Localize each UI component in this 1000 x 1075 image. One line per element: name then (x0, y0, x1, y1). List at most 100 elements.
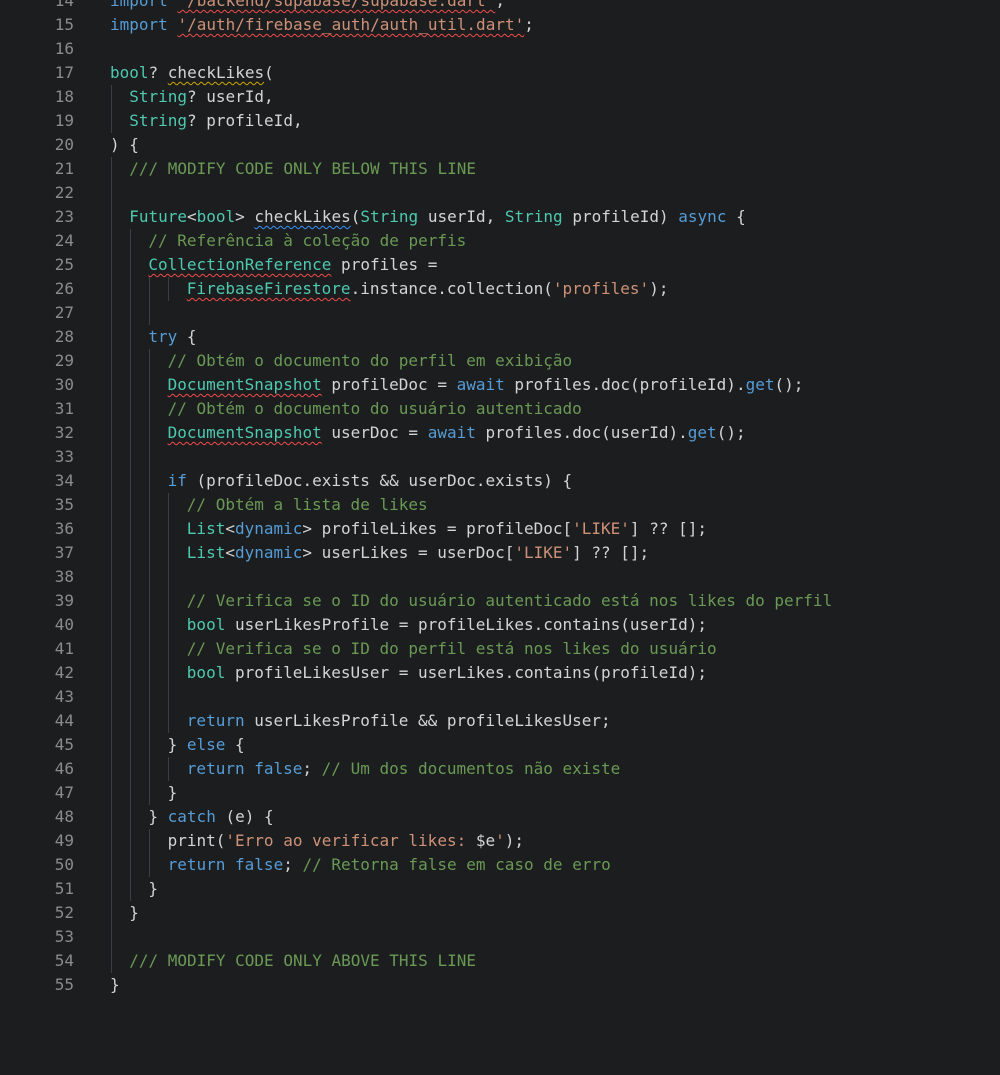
code-line[interactable]: 37 List<dynamic> userLikes = userDoc['LIK… (0, 541, 1000, 565)
code-token: (e) { (215, 807, 274, 826)
code-token: String (504, 207, 563, 226)
code-line[interactable]: 23 Future<bool> checkLikes(String userId,… (0, 205, 1000, 229)
code-line[interactable]: 26 FirebaseFirestore.instance.collection(… (0, 277, 1000, 301)
code-token: ' (495, 831, 505, 850)
code-token: false (254, 759, 303, 778)
line-number: 41 (54, 639, 74, 658)
code-token: ? profileId, (186, 111, 303, 130)
code-token: } (148, 807, 168, 826)
line-number: 55 (54, 975, 74, 994)
line-number: 15 (54, 15, 74, 34)
code-text: CollectionReference profiles = (148, 253, 437, 277)
indent-guide (168, 757, 170, 781)
line-number: 38 (54, 567, 74, 586)
line-number: 33 (54, 447, 74, 466)
indent-guide (148, 493, 150, 517)
code-text: DocumentSnapshot profileDoc = await prof… (168, 373, 804, 397)
indent-guide (110, 541, 112, 565)
line-number: 18 (54, 87, 74, 106)
indent-guide (148, 685, 150, 709)
code-text: import '/backend/supabase/supabase.dart'… (110, 0, 505, 13)
code-line[interactable]: 45} else { (0, 733, 1000, 757)
line-number: 16 (54, 39, 74, 58)
code-line[interactable]: 21 /// MODIFY CODE ONLY BELOW THIS LINE (0, 157, 1000, 181)
indent-guide (110, 445, 112, 469)
code-line[interactable]: 30 DocumentSnapshot profileDoc = await pr… (0, 373, 1000, 397)
code-line[interactable]: 50 return false; // Retorna false em caso… (0, 853, 1000, 877)
code-line[interactable]: 19 String? profileId, (0, 109, 1000, 133)
code-line[interactable]: 24 // Referência à coleção de perfis (0, 229, 1000, 253)
line-number: 26 (54, 279, 74, 298)
indent-guide (129, 517, 131, 541)
code-line[interactable]: 54 /// MODIFY CODE ONLY ABOVE THIS LINE (0, 949, 1000, 973)
line-number: 53 (54, 927, 74, 946)
code-line[interactable]: 47} (0, 781, 1000, 805)
line-number: 30 (54, 375, 74, 394)
indent-guide (129, 853, 131, 877)
code-line[interactable]: 52} (0, 901, 1000, 925)
code-line[interactable]: 32 DocumentSnapshot userDoc = await profi… (0, 421, 1000, 445)
code-line[interactable]: 43 (0, 685, 1000, 709)
code-line[interactable]: 49 print('Erro ao verificar likes: $e'); (0, 829, 1000, 853)
code-line[interactable]: 25 CollectionReference profiles = (0, 253, 1000, 277)
line-number: 24 (54, 231, 74, 250)
code-line[interactable]: 16 (0, 37, 1000, 61)
code-token: ( (350, 207, 361, 226)
code-line[interactable]: 51} (0, 877, 1000, 901)
code-line[interactable]: 39 // Verifica se o ID do usuário autenti… (0, 589, 1000, 613)
code-editor[interactable]: 14 import '/backend/supabase/supabase.dar… (0, 0, 1000, 1075)
code-line[interactable]: 38 (0, 565, 1000, 589)
indent-guide (148, 469, 150, 493)
indent-guide (110, 517, 112, 541)
code-line[interactable]: 42 bool profileLikesUser = userLikes.cont… (0, 661, 1000, 685)
code-line[interactable]: 33 (0, 445, 1000, 469)
code-line[interactable]: 31 // Obtém o documento do usuário autent… (0, 397, 1000, 421)
indent-guide (129, 349, 131, 373)
code-line[interactable]: 22 (0, 181, 1000, 205)
code-line[interactable]: 20) { (0, 133, 1000, 157)
code-token: profiles.doc(profileId). (504, 375, 746, 394)
code-line[interactable]: 18 String? userId, (0, 85, 1000, 109)
code-line[interactable]: 29 // Obtém o documento do perfil em exib… (0, 349, 1000, 373)
code-token: { (726, 207, 746, 226)
code-token: profiles.doc(userId). (475, 423, 688, 442)
code-line[interactable]: 17 bool? checkLikes( (0, 61, 1000, 85)
code-line[interactable]: 46 return false; // Um dos documentos não… (0, 757, 1000, 781)
code-line[interactable]: 44 return userLikesProfile && profileLike… (0, 709, 1000, 733)
code-line[interactable]: 41 // Verifica se o ID do perfil está nos… (0, 637, 1000, 661)
code-line[interactable]: 55} (0, 973, 1000, 997)
code-text: // Obtém o documento do perfil em exibiç… (168, 349, 573, 373)
code-text: print('Erro ao verificar likes: $e'); (168, 829, 524, 853)
code-area[interactable]: 14 import '/backend/supabase/supabase.dar… (0, 0, 1000, 997)
line-number: 36 (54, 519, 74, 538)
code-line[interactable]: 35 // Obtém a lista de likes (0, 493, 1000, 517)
indent-guide (168, 517, 170, 541)
code-token: async (678, 207, 727, 226)
code-line[interactable]: 34 if (profileDoc.exists && userDoc.exist… (0, 469, 1000, 493)
code-line[interactable]: 40 bool userLikesProfile = profileLikes.c… (0, 613, 1000, 637)
code-text: if (profileDoc.exists && userDoc.exists)… (168, 469, 573, 493)
indent-guide (110, 877, 112, 901)
indent-guide (168, 589, 170, 613)
indent-guide (148, 445, 150, 469)
code-line[interactable]: 27 (0, 301, 1000, 325)
code-token: checkLikes (167, 63, 265, 82)
code-token: return (186, 759, 245, 778)
code-token: List (186, 519, 226, 538)
code-token: ) { (110, 135, 139, 154)
indent-guide (148, 277, 150, 301)
indent-guide (110, 637, 112, 661)
code-line[interactable]: 14 import '/backend/supabase/supabase.dar… (0, 0, 1000, 13)
code-line[interactable]: 36 List<dynamic> profileLikes = profileDo… (0, 517, 1000, 541)
indent-guide (129, 757, 131, 781)
indent-guide (110, 373, 112, 397)
indent-guide (148, 565, 150, 589)
code-line[interactable]: 48} catch (e) { (0, 805, 1000, 829)
code-token: } (110, 975, 120, 994)
code-text: bool profileLikesUser = userLikes.contai… (187, 661, 707, 685)
code-line[interactable]: 53 (0, 925, 1000, 949)
code-line[interactable]: 28 try { (0, 325, 1000, 349)
indent-guide (129, 685, 131, 709)
code-line[interactable]: 15 import '/auth/firebase_auth/auth_util.… (0, 13, 1000, 37)
